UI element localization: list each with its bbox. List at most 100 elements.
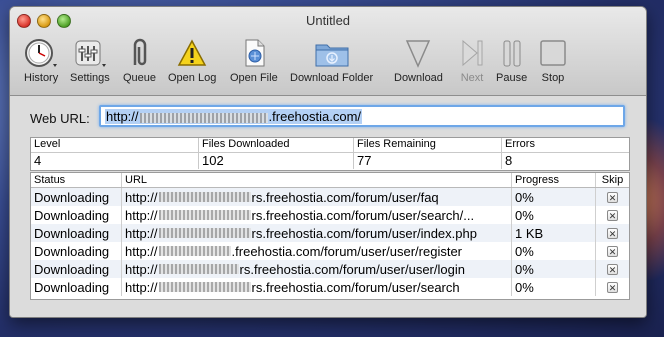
downloads-header-row: Status URL Progress Skip (31, 173, 629, 188)
row-skip-cell: ✕ (596, 224, 629, 242)
row-status: Downloading (31, 278, 122, 296)
url-suffix: rs.freehostia.com/forum/user/faq (251, 189, 439, 205)
row-url: http:// .freehostia.com/forum/user/user/r… (122, 242, 512, 260)
download-arrow-icon (403, 35, 433, 69)
stats-level-value: 4 (31, 153, 199, 169)
next-label: Next (460, 72, 484, 84)
open-log-label: Open Log (168, 72, 217, 84)
table-row[interactable]: Downloading http:// rs.freehostia.com/for… (31, 260, 629, 278)
history-label: History (24, 72, 59, 84)
download-button[interactable]: Download (394, 35, 443, 84)
web-url-input[interactable]: http:// .freehostia.com/ (99, 105, 625, 127)
warning-icon (177, 35, 207, 69)
url-suffix: .freehostia.com/ (268, 109, 362, 124)
folder-icon (312, 35, 352, 69)
skip-button[interactable]: ✕ (607, 281, 618, 293)
row-skip-cell: ✕ (596, 242, 629, 260)
row-status: Downloading (31, 260, 122, 278)
url-prefix: http:// (125, 243, 158, 259)
skip-button[interactable]: ✕ (607, 227, 618, 239)
stop-icon (538, 35, 568, 69)
row-progress: 0% (512, 242, 596, 260)
row-url: http:// rs.freehostia.com/forum/user/inde… (122, 224, 512, 242)
stats-header-files-downloaded: Files Downloaded (199, 138, 354, 153)
row-skip-cell: ✕ (596, 206, 629, 224)
pause-button[interactable]: Pause (496, 35, 527, 84)
stats-header-errors: Errors (502, 138, 629, 153)
url-suffix: rs.freehostia.com/forum/user/search/... (251, 207, 475, 223)
stats-files-remaining-value: 77 (354, 153, 502, 169)
row-status: Downloading (31, 188, 122, 206)
table-row[interactable]: Downloading http:// rs.freehostia.com/for… (31, 206, 629, 224)
open-file-label: Open File (230, 72, 278, 84)
redacted-text (158, 210, 251, 220)
row-status: Downloading (31, 242, 122, 260)
skip-button[interactable]: ✕ (607, 191, 618, 203)
stats-header-level: Level (31, 138, 199, 153)
web-url-label: Web URL: (30, 111, 90, 126)
redacted-text (158, 282, 251, 292)
row-skip-cell: ✕ (596, 188, 629, 206)
pause-label: Pause (496, 72, 528, 84)
settings-button[interactable]: Settings (70, 35, 110, 84)
skip-button[interactable]: ✕ (607, 245, 618, 257)
row-skip-cell: ✕ (596, 260, 629, 278)
paperclip-icon (125, 35, 155, 69)
table-row[interactable]: Downloading http:// rs.freehostia.com/for… (31, 224, 629, 242)
stop-label: Stop (541, 72, 565, 84)
column-header-url[interactable]: URL (122, 173, 512, 187)
queue-label: Queue (123, 72, 157, 84)
queue-button[interactable]: Queue (123, 35, 156, 84)
app-window: Untitled History Settings Queue Open Log… (9, 6, 647, 318)
stats-table: Level Files Downloaded Files Remaining E… (30, 137, 630, 171)
url-prefix: http:// (125, 225, 158, 241)
download-folder-button[interactable]: Download Folder (290, 35, 373, 84)
download-folder-label: Download Folder (290, 72, 374, 84)
url-suffix: rs.freehostia.com/forum/user/index.php (251, 225, 477, 241)
redacted-text (158, 246, 231, 256)
stats-header-files-remaining: Files Remaining (354, 138, 502, 153)
row-progress: 0% (512, 206, 596, 224)
url-selection: http:// .freehostia.com/ (105, 109, 363, 124)
url-prefix: http:// (125, 207, 158, 223)
row-status: Downloading (31, 224, 122, 242)
column-header-progress[interactable]: Progress (512, 173, 596, 187)
downloads-table: Status URL Progress Skip Downloading htt… (30, 172, 630, 300)
redacted-text (158, 192, 251, 202)
document-icon (239, 35, 269, 69)
main-content: Web URL: http:// .freehostia.com/ Level F… (10, 96, 646, 317)
row-url: http:// rs.freehostia.com/forum/user/sear… (122, 206, 512, 224)
table-row[interactable]: Downloading http:// .freehostia.com/forum… (31, 242, 629, 260)
skip-button[interactable]: ✕ (607, 209, 618, 221)
stats-errors-value: 8 (505, 153, 513, 168)
stats-header-row: Level Files Downloaded Files Remaining E… (31, 138, 629, 153)
pause-icon (497, 35, 527, 69)
window-title: Untitled (305, 13, 351, 28)
settings-label: Settings (70, 72, 110, 84)
column-header-skip[interactable]: Skip (596, 173, 629, 187)
title-bar: Untitled History Settings Queue Open Log… (10, 7, 646, 96)
skip-button[interactable]: ✕ (607, 263, 618, 275)
url-suffix: rs.freehostia.com/forum/user/user/login (239, 261, 465, 277)
open-log-button[interactable]: Open Log (168, 35, 216, 84)
redacted-text (158, 228, 251, 238)
row-url: http:// rs.freehostia.com/forum/user/sear… (122, 278, 512, 296)
url-prefix: http:// (125, 261, 158, 277)
url-suffix: rs.freehostia.com/forum/user/search (251, 279, 460, 295)
open-file-button[interactable]: Open File (230, 35, 278, 84)
row-url: http:// rs.freehostia.com/forum/user/user… (122, 260, 512, 278)
column-header-status[interactable]: Status (31, 173, 122, 187)
url-prefix: http:// (106, 109, 139, 124)
url-suffix: .freehostia.com/forum/user/user/register (231, 243, 463, 259)
history-button[interactable]: History (24, 35, 58, 84)
table-row[interactable]: Downloading http:// rs.freehostia.com/for… (31, 188, 629, 206)
next-button[interactable]: Next (458, 35, 486, 84)
row-status: Downloading (31, 206, 122, 224)
row-progress: 0% (512, 260, 596, 278)
row-progress: 0% (512, 188, 596, 206)
redacted-text (139, 112, 268, 123)
row-progress: 1 KB (512, 224, 596, 242)
table-row[interactable]: Downloading http:// rs.freehostia.com/for… (31, 278, 629, 296)
row-skip-cell: ✕ (596, 278, 629, 296)
stop-button[interactable]: Stop (538, 35, 568, 84)
